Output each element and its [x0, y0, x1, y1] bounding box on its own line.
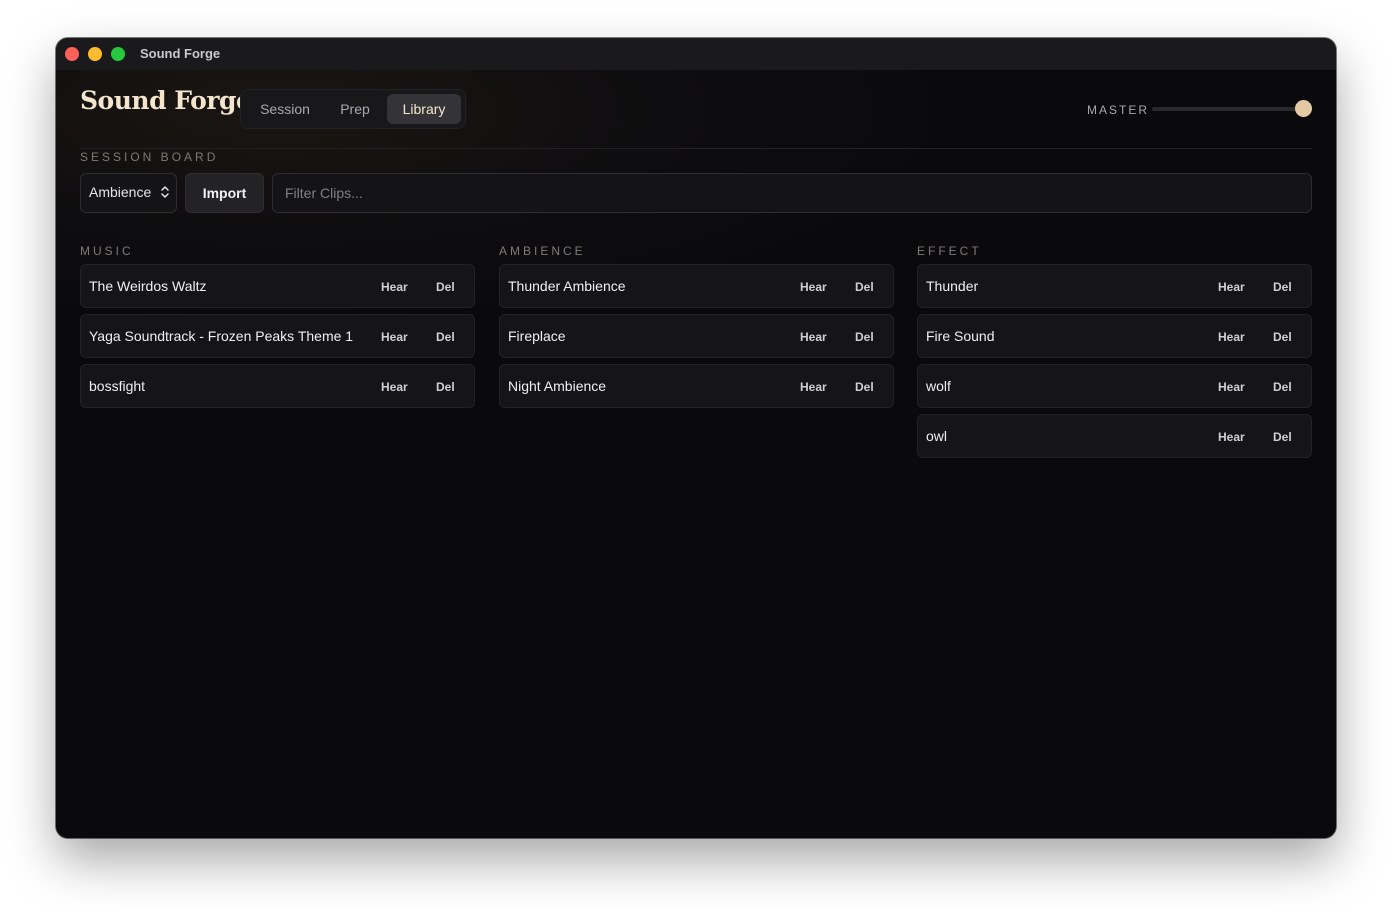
hear-button[interactable]: Hear: [800, 380, 827, 394]
hear-button[interactable]: Hear: [800, 280, 827, 294]
effect-column: EFFECT Thunder Hear Del Fire Sound Hear …: [917, 244, 1312, 458]
clip-item: owl Hear Del: [917, 414, 1312, 458]
category-select[interactable]: Ambience: [80, 173, 177, 213]
clip-name: Thunder Ambience: [508, 278, 626, 294]
effect-column-heading: EFFECT: [917, 244, 982, 258]
music-clip-list: The Weirdos Waltz Hear Del Yaga Soundtra…: [80, 264, 475, 414]
title-bar: Sound Forge: [56, 38, 1336, 71]
delete-button[interactable]: Del: [855, 330, 874, 344]
ambience-column: AMBIENCE Thunder Ambience Hear Del Firep…: [499, 244, 894, 408]
delete-button[interactable]: Del: [1273, 280, 1292, 294]
music-column: MUSIC The Weirdos Waltz Hear Del Yaga So…: [80, 244, 475, 408]
delete-button[interactable]: Del: [436, 330, 455, 344]
delete-button[interactable]: Del: [436, 380, 455, 394]
clip-name: Yaga Soundtrack - Frozen Peaks Theme 1: [89, 328, 354, 344]
brand-subtitle: SESSION BOARD: [80, 150, 219, 164]
hear-button[interactable]: Hear: [381, 330, 408, 344]
effect-clip-list: Thunder Hear Del Fire Sound Hear Del wol…: [917, 264, 1312, 464]
master-volume-label: MASTER: [1087, 103, 1150, 117]
clip-item: Night Ambience Hear Del: [499, 364, 894, 408]
close-window-button[interactable]: [65, 47, 79, 61]
clip-name: bossfight: [89, 378, 146, 394]
clip-item: Thunder Hear Del: [917, 264, 1312, 308]
filter-clips-input[interactable]: [272, 173, 1312, 213]
clip-item: wolf Hear Del: [917, 364, 1312, 408]
clip-name: Fire Sound: [926, 328, 995, 344]
delete-button[interactable]: Del: [1273, 330, 1292, 344]
view-tabs: Session Prep Library: [240, 89, 466, 129]
hear-button[interactable]: Hear: [1218, 280, 1245, 294]
delete-button[interactable]: Del: [855, 280, 874, 294]
clip-name: Fireplace: [508, 328, 566, 344]
clip-name: Thunder: [926, 278, 979, 294]
hear-button[interactable]: Hear: [1218, 430, 1245, 444]
category-select-value: Ambience: [89, 184, 152, 200]
header-divider: [80, 148, 1312, 149]
clip-item: Thunder Ambience Hear Del: [499, 264, 894, 308]
main-content: Sound Forge SESSION BOARD Session Prep L…: [56, 70, 1336, 838]
delete-button[interactable]: Del: [855, 380, 874, 394]
hear-button[interactable]: Hear: [381, 380, 408, 394]
minimize-window-button[interactable]: [88, 47, 102, 61]
master-volume-thumb[interactable]: [1295, 100, 1312, 117]
window-title: Sound Forge: [140, 46, 221, 61]
clip-name: Night Ambience: [508, 378, 607, 394]
ambience-column-heading: AMBIENCE: [499, 244, 586, 258]
master-volume-slider[interactable]: [1152, 107, 1304, 111]
hear-button[interactable]: Hear: [1218, 330, 1245, 344]
clip-name: The Weirdos Waltz: [89, 278, 207, 294]
delete-button[interactable]: Del: [1273, 380, 1292, 394]
tab-library[interactable]: Library: [387, 94, 461, 124]
hear-button[interactable]: Hear: [1218, 380, 1245, 394]
ambience-clip-list: Thunder Ambience Hear Del Fireplace Hear…: [499, 264, 894, 414]
clip-item: Yaga Soundtrack - Frozen Peaks Theme 1 H…: [80, 314, 475, 358]
clip-item: Fire Sound Hear Del: [917, 314, 1312, 358]
clip-name: wolf: [926, 378, 951, 394]
clip-name: owl: [926, 428, 948, 444]
zoom-window-button[interactable]: [111, 47, 125, 61]
hear-button[interactable]: Hear: [381, 280, 408, 294]
up-down-chevron-icon: [160, 185, 170, 202]
hear-button[interactable]: Hear: [800, 330, 827, 344]
clip-item: bossfight Hear Del: [80, 364, 475, 408]
clip-item: Fireplace Hear Del: [499, 314, 894, 358]
delete-button[interactable]: Del: [1273, 430, 1292, 444]
delete-button[interactable]: Del: [436, 280, 455, 294]
app-window: Sound Forge Sound Forge SESSION BOARD Se…: [56, 38, 1336, 838]
import-button[interactable]: Import: [185, 173, 264, 213]
music-column-heading: MUSIC: [80, 244, 134, 258]
tab-session[interactable]: Session: [245, 94, 325, 124]
brand-title: Sound Forge: [80, 86, 252, 115]
clip-item: The Weirdos Waltz Hear Del: [80, 264, 475, 308]
tab-prep[interactable]: Prep: [327, 94, 383, 124]
